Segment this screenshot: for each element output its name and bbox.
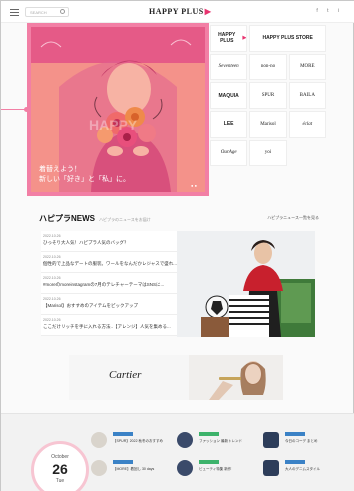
calendar-widget: October 26 Tue — [31, 441, 89, 491]
daily-card-thumb — [263, 460, 279, 476]
daily-card-text: 大人のデニムスタイル — [285, 467, 320, 471]
brand-maquia[interactable]: MAQUIA — [210, 82, 248, 109]
brand-baila[interactable]: BAILA — [288, 82, 326, 109]
daily-card-tag — [285, 432, 305, 436]
news-date: 2022.10.26 — [43, 318, 61, 322]
daily-card-text: 今日のコーデ まとめ — [285, 439, 318, 443]
news-text: ここだけリッチを手に入れる方法..【アレンジ】人気を集める... — [43, 324, 171, 329]
news-heading: ハピプラNEWS ハピプラのニュースをお届け — [39, 214, 151, 223]
brand-nonno[interactable]: non-no — [249, 53, 287, 81]
news-text: ひっそり大人気！ハピプラ人気のバッグ？ — [43, 240, 129, 245]
brand-marisol[interactable]: Marisol — [249, 110, 287, 138]
advertisement-banner[interactable]: Cartier — [69, 355, 283, 400]
daily-card-thumb — [177, 460, 193, 476]
ad-model-image — [189, 355, 283, 400]
hero-pagination-icon[interactable]: ● ● — [191, 183, 197, 188]
daily-card-tag — [199, 460, 219, 464]
site-logo[interactable]: HAPPY PLUS▶ — [149, 7, 211, 16]
brand-happyplus-store[interactable]: HAPPY PLUS STORE — [249, 25, 326, 52]
hero-watermark: HAPPY — [89, 117, 138, 133]
news-date: 2022.10.26 — [43, 255, 61, 259]
brand-more[interactable]: MORE — [288, 53, 326, 81]
daily-card-text: 【SPUR】2022 秋冬のおすすめ — [113, 439, 163, 443]
daily-card-text: ビューティ特集 新作 — [199, 467, 232, 471]
daily-card-tag — [113, 432, 133, 436]
daily-card[interactable]: 大人のデニムスタイル — [263, 458, 323, 480]
hero-banner[interactable]: HAPPY 着替えよう！ 新しい「好き」と「私」に。 ● ● — [27, 23, 209, 196]
news-item[interactable]: 2022.10.26 【Marisol】おすすめのアイテムをピックアップ — [41, 294, 177, 315]
news-more-link[interactable]: ハピプラニュース一覧を見る — [267, 215, 319, 221]
search-placeholder: SEARCH — [30, 10, 47, 15]
search-input[interactable]: SEARCH — [25, 7, 69, 17]
daily-card-text: ファッション 最新トレンド — [199, 439, 242, 443]
hero-caption: 着替えよう！ 新しい「好き」と「私」に。 — [39, 165, 130, 185]
page-frame: SEARCH HAPPY PLUS▶ f t i HAPPY 着替えよう！ 新し… — [0, 0, 354, 491]
daily-card[interactable]: ビューティ特集 新作 — [177, 458, 237, 480]
search-icon[interactable] — [60, 9, 65, 14]
calendar-month: October — [51, 454, 69, 460]
brand-seventeen[interactable]: Seventeen — [210, 53, 248, 81]
calendar-weekday: Tue — [55, 478, 65, 484]
news-item[interactable]: 2022.10.26 #moreのmoreinstagramの7月のテレチャーテ… — [41, 273, 177, 294]
news-item[interactable]: 2022.10.26 ひっそり大人気！ハピプラ人気のバッグ？ — [41, 231, 177, 252]
hero-caption-line2: 新しい「好き」と「私」に。 — [39, 176, 130, 183]
site-header: SEARCH HAPPY PLUS▶ f t i — [1, 1, 354, 23]
brand-lee[interactable]: LEE — [210, 110, 248, 138]
daily-card-tag — [113, 460, 133, 464]
news-item[interactable]: 2022.10.26 ここだけリッチを手に入れる方法..【アレンジ】人気を集める… — [41, 315, 177, 336]
news-text: 【Marisol】おすすめのアイテムをピックアップ — [43, 303, 139, 308]
news-text: 個性的で上品なデートの服装。ワールをなんだかレジャスで盛れ... — [43, 261, 177, 266]
ad-brand-logo: Cartier — [109, 369, 142, 381]
brand-grid: HAPPY PLUS ▶ HAPPY PLUS STORE Seventeen n… — [210, 25, 326, 195]
brand-yoi[interactable]: yoi — [249, 139, 287, 167]
social-links[interactable]: f t i — [316, 8, 343, 14]
news-feature-image[interactable] — [177, 231, 315, 337]
news-section: ハピプラNEWS ハピプラのニュースをお届け ハピプラニュース一覧を見る 2022… — [27, 207, 327, 339]
brand-ourage[interactable]: OurAge — [210, 139, 248, 167]
daily-card-thumb — [91, 460, 107, 476]
news-item[interactable]: 2022.10.26 個性的で上品なデートの服装。ワールをなんだかレジャスで盛れ… — [41, 252, 177, 273]
daily-card-thumb — [91, 432, 107, 448]
news-date: 2022.10.26 — [43, 234, 61, 238]
daily-card-tag — [199, 432, 219, 436]
logo-mark-icon: ▶ — [204, 7, 212, 16]
brand-eclat[interactable]: éclat — [288, 110, 326, 138]
daily-card[interactable]: 今日のコーデ まとめ — [263, 430, 323, 452]
daily-section: October 26 Tue 【SPUR】2022 秋冬のおすすめ ファッション… — [1, 413, 354, 491]
news-subheading: ハピプラのニュースをお届け — [99, 217, 151, 222]
daily-card[interactable]: ファッション 最新トレンド — [177, 430, 242, 452]
news-text: #moreのmoreinstagramの7月のテレチャーテーマはSNSに... — [43, 282, 165, 287]
daily-card[interactable]: 【MORE】着回し 30 days — [91, 458, 155, 480]
daily-card-thumb — [177, 432, 193, 448]
calendar-day: 26 — [52, 461, 68, 477]
news-list: 2022.10.26 ひっそり大人気！ハピプラ人気のバッグ？ 2022.10.2… — [41, 231, 177, 336]
logo-text: HAPPY PLUS — [149, 7, 204, 16]
brand-spur[interactable]: SPUR — [249, 82, 287, 109]
brand-happyplus[interactable]: HAPPY PLUS ▶ — [210, 25, 248, 52]
hero-caption-line1: 着替えよう！ — [39, 166, 81, 173]
news-date: 2022.10.26 — [43, 276, 61, 280]
daily-card-tag — [285, 460, 305, 464]
news-date: 2022.10.26 — [43, 297, 61, 301]
daily-card-text: 【MORE】着回し 30 days — [113, 467, 155, 471]
hamburger-menu-icon[interactable] — [10, 9, 19, 16]
daily-card[interactable]: 【SPUR】2022 秋冬のおすすめ — [91, 430, 163, 452]
daily-card-thumb — [263, 432, 279, 448]
